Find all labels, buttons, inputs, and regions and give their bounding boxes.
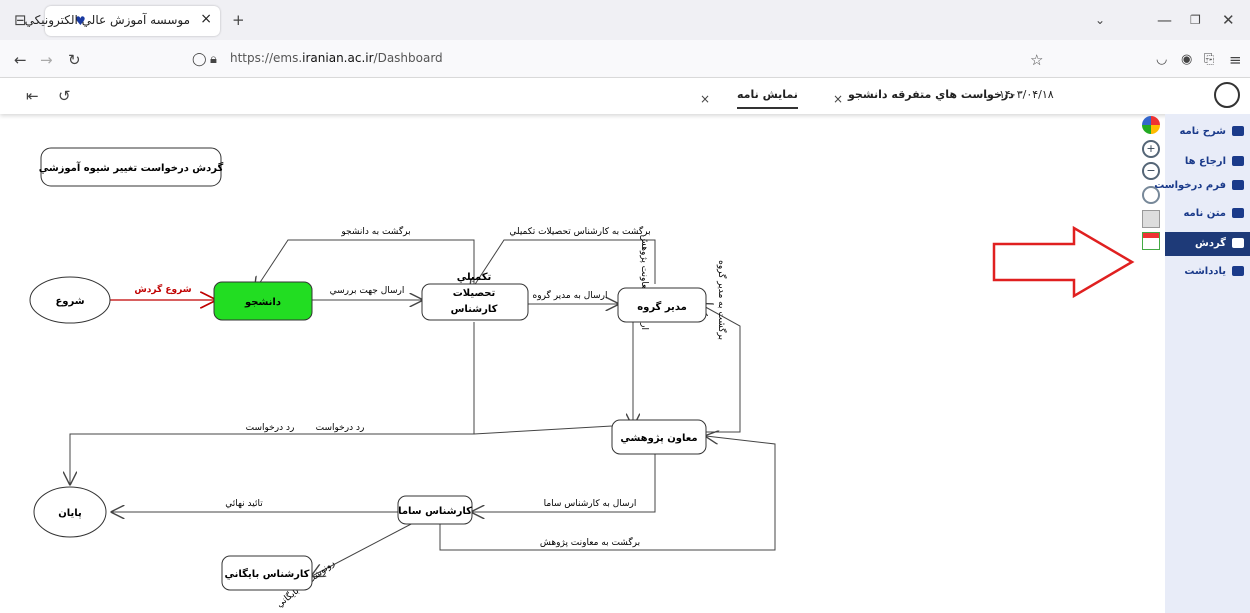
close-tab-icon[interactable]: ×	[700, 91, 710, 107]
edge-label-return-expert: برگشت به كارشناس تحصيلات تكميلي	[509, 225, 650, 237]
forward-icon[interactable]: →	[40, 52, 53, 68]
extensions-icon[interactable]: ⎘	[1204, 52, 1214, 68]
shield-icon[interactable]: ◯	[192, 52, 207, 68]
bookmark-star-icon[interactable]: ☆	[1030, 52, 1043, 68]
print-icon[interactable]	[1142, 210, 1160, 228]
pocket-icon[interactable]: ◡	[1156, 52, 1167, 68]
edge-label-return-student: برگشت به دانشجو	[340, 225, 410, 237]
right-sidebar: شرح نامه ارجاع ها فرم درخواست متن نامه گ…	[1154, 114, 1250, 613]
export-icon[interactable]	[1142, 232, 1160, 250]
node-archive-expert-label: كارشناس بايگاني	[225, 567, 310, 580]
node-sama-expert-label: كارشناس ساما	[398, 506, 472, 517]
workflow-diagram: گردش درخواست تغيير شيوه آموزشي شروع گردش…	[29, 147, 1135, 610]
browser-tab-bar: ⊟ ♥ موسسه آموزش عالي الكترونيكي × + ⌄ — …	[0, 0, 1250, 40]
node-expert-label-3: كارشناس	[451, 304, 498, 315]
url-field[interactable]: https://ems.iranian.ac.ir/Dashboard	[230, 51, 443, 65]
tab-overflow-chevron-icon[interactable]: ⌄	[1095, 12, 1105, 28]
edge-label-reject-2: رد درخواست	[316, 423, 365, 433]
pencil-icon	[1232, 208, 1244, 218]
node-expert-label-1: تكميلي	[457, 272, 492, 283]
edge-return-deputy	[439, 436, 776, 551]
browser-tab[interactable]: ♥ موسسه آموزش عالي الكترونيكي ×	[25, 6, 220, 36]
minimize-icon[interactable]: —	[1157, 12, 1172, 28]
sidebar-item-letter-text[interactable]: متن نامه	[1165, 202, 1250, 226]
back-icon[interactable]: ←	[14, 52, 27, 68]
sidebar-item-request-form[interactable]: فرم درخواست	[1154, 174, 1250, 198]
sidebar-item-letter-description[interactable]: شرح نامه	[1165, 120, 1250, 144]
zoom-in-icon[interactable]: +	[1142, 140, 1160, 158]
logo-icon	[1214, 82, 1240, 108]
sidebar-item-notes[interactable]: يادداشت	[1165, 260, 1250, 284]
new-tab-icon[interactable]: +	[232, 12, 245, 28]
lock-icon[interactable]: 🔒︎	[210, 52, 217, 68]
edge-label-return-deputy: برگشت به معاونت پژوهش	[540, 536, 640, 548]
edge-label-reject-1: رد درخواست	[246, 423, 295, 433]
refresh-icon[interactable]: ↺	[58, 88, 71, 104]
diagram-title: گردش درخواست تغيير شيوه آموزشي	[39, 161, 224, 174]
referral-icon	[1232, 156, 1244, 166]
edge-reject-from-expert	[70, 322, 475, 484]
reload-icon[interactable]: ↻	[68, 52, 81, 68]
node-student-label: دانشجو	[244, 297, 281, 308]
edge-label-send-manager: ارسال به مدير گروه	[533, 289, 608, 301]
tab-close-icon[interactable]: ×	[200, 11, 212, 27]
node-end-label: پايان	[58, 508, 82, 519]
annotation-arrow-icon	[992, 225, 1135, 299]
workflow-icon	[1232, 238, 1244, 248]
exit-icon[interactable]: ⇤	[26, 88, 39, 104]
edge-label-send-sama: ارسال به كارشناس ساما	[544, 499, 637, 509]
restore-icon[interactable]: ❐	[1190, 12, 1201, 28]
chrome-icon[interactable]	[1142, 116, 1160, 134]
tab-view-letter[interactable]: نمايش نامه	[737, 88, 798, 109]
edge-label-final-approval: تائيد نهائي	[225, 499, 263, 509]
sidebar-item-workflow[interactable]: گردش	[1165, 232, 1250, 256]
envelope-icon	[1232, 126, 1244, 136]
node-expert-label-2: تحصيلات	[453, 288, 496, 299]
edge-label-return-manager: برگشت به مدير گروه	[716, 260, 728, 340]
tab-title: موسسه آموزش عالي الكترونيكي	[24, 13, 190, 27]
form-icon	[1232, 180, 1244, 190]
node-start-label: شروع	[55, 296, 84, 307]
close-tab-icon[interactable]: ×	[833, 91, 843, 107]
edge-label-send-review: ارسال جهت بررسي	[330, 286, 405, 296]
navigation-bar: ← → ↻ ◯ 🔒︎ https://ems.iranian.ac.ir/Das…	[0, 40, 1250, 78]
node-group-manager-label: مدير گروه	[637, 300, 687, 313]
node-research-deputy-label: معاون پژوهشي	[620, 433, 697, 444]
tab-letter-info[interactable]: ۱۴۰۳/۰۴/۱۸ ...	[985, 88, 1054, 101]
edge-label-start-flow: شروع گردش	[134, 283, 191, 295]
edge-reject-from-deputy	[473, 425, 613, 435]
app-toolbar: ⇤ ↺ × نمايش نامه × درخواست هاي متفرقه دا…	[0, 78, 1250, 114]
account-icon[interactable]: ◉	[1181, 52, 1192, 68]
menu-icon[interactable]: ≡	[1229, 52, 1242, 68]
sidebar-item-referrals[interactable]: ارجاع ها	[1165, 150, 1250, 174]
note-icon	[1232, 266, 1244, 276]
close-window-icon[interactable]: ✕	[1222, 12, 1235, 28]
